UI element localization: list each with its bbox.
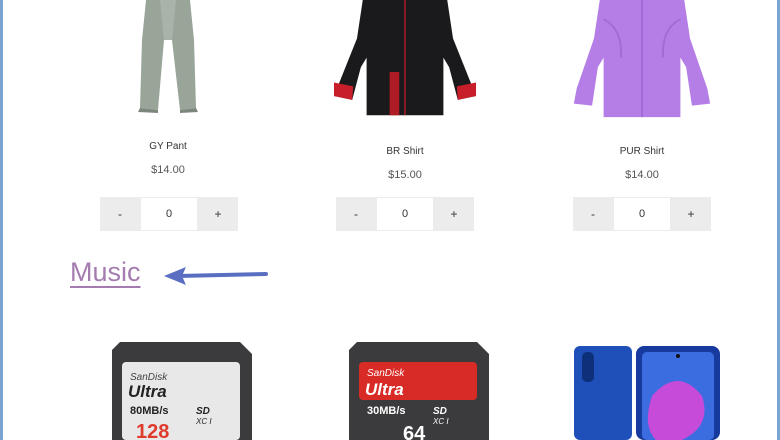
quantity-input[interactable]: 0 bbox=[376, 197, 434, 231]
smartphone-image bbox=[574, 346, 720, 440]
product-price: $15.00 bbox=[388, 169, 422, 181]
increment-button[interactable]: + bbox=[198, 197, 238, 231]
shirt-image bbox=[573, 0, 711, 118]
card-speed: 30MB/s bbox=[367, 405, 406, 417]
decrement-button[interactable]: - bbox=[336, 197, 376, 231]
product-price: $14.00 bbox=[625, 169, 659, 181]
product-price: $14.00 bbox=[151, 164, 185, 176]
quantity-stepper[interactable]: - 0 + bbox=[100, 197, 238, 231]
quantity-input[interactable]: 0 bbox=[613, 197, 671, 231]
card-capacity: 64 bbox=[403, 423, 426, 440]
product-name: GY Pant bbox=[149, 141, 187, 152]
quantity-stepper[interactable]: - 0 + bbox=[336, 197, 474, 231]
svg-text:SD: SD bbox=[196, 406, 210, 417]
card-brand: SanDisk bbox=[367, 368, 405, 379]
decrement-button[interactable]: - bbox=[573, 197, 613, 231]
decrement-button[interactable]: - bbox=[100, 197, 140, 231]
product-name: PUR Shirt bbox=[619, 146, 665, 157]
svg-text:XC I: XC I bbox=[195, 417, 212, 426]
card-line: Ultra bbox=[128, 382, 167, 401]
sd-card-30mb-image: SanDisk Ultra 30MB/s SD XC I 64 bbox=[349, 342, 489, 440]
product-name: BR Shirt bbox=[386, 146, 424, 157]
card-capacity: 128 bbox=[136, 421, 169, 440]
arrow-left-icon bbox=[164, 267, 268, 285]
quantity-input[interactable]: 0 bbox=[140, 197, 198, 231]
increment-button[interactable]: + bbox=[434, 197, 474, 231]
card-line: Ultra bbox=[365, 380, 404, 399]
quantity-stepper[interactable]: - 0 + bbox=[573, 197, 711, 231]
card-speed: 80MB/s bbox=[130, 405, 169, 417]
section-title-music[interactable]: Music bbox=[70, 257, 141, 288]
svg-text:XC I: XC I bbox=[432, 417, 449, 426]
increment-button[interactable]: + bbox=[671, 197, 711, 231]
pant-image bbox=[138, 0, 198, 113]
shirt-image bbox=[333, 0, 477, 116]
svg-text:SD: SD bbox=[433, 406, 447, 417]
sd-card-80mb-image: SanDisk Ultra 80MB/s SD XC I 128 bbox=[112, 342, 252, 440]
